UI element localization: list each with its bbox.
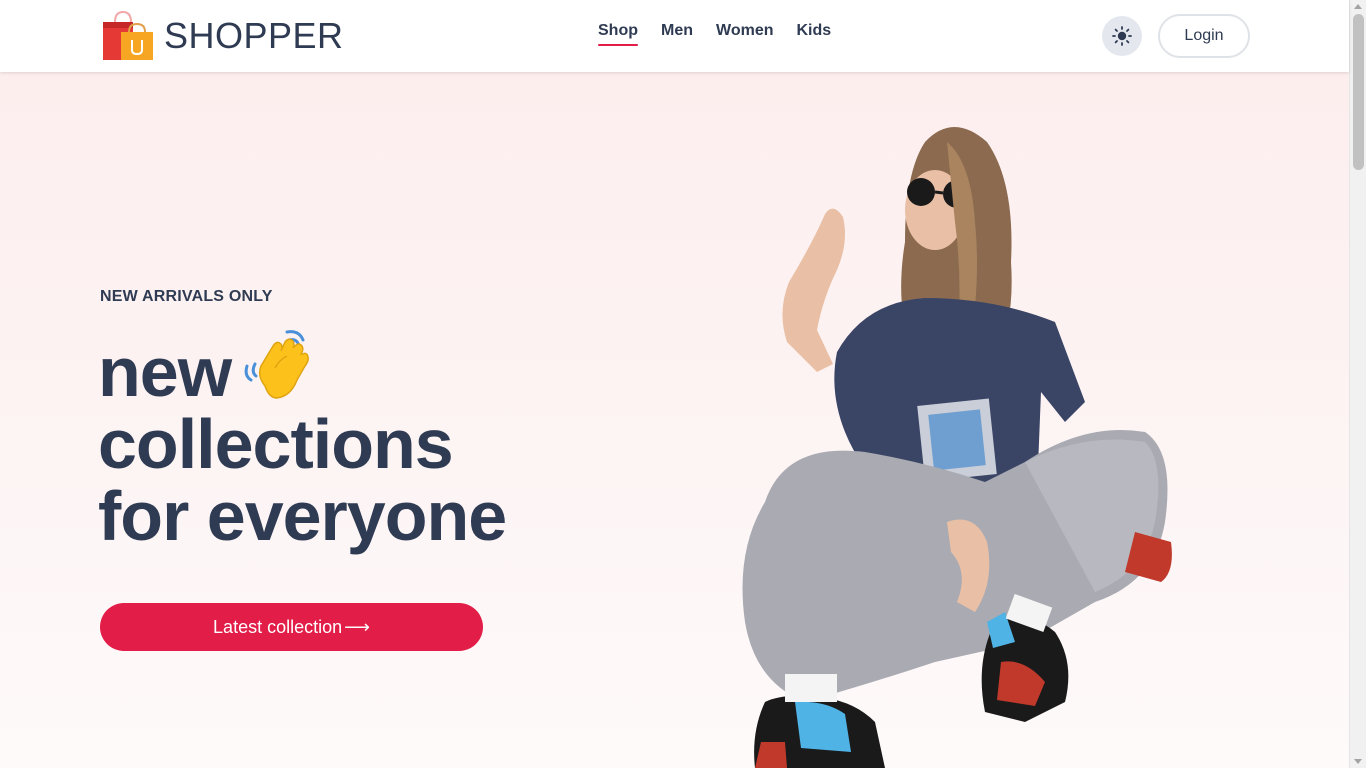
site-header: SHOPPER Shop Men Women Kids Login	[0, 0, 1349, 72]
theme-toggle-button[interactable]	[1102, 16, 1142, 56]
page: SHOPPER Shop Men Women Kids Login NEW AR…	[0, 0, 1366, 768]
scroll-up-arrow-icon[interactable]	[1354, 4, 1362, 9]
arrow-right-icon: ⟶	[344, 616, 370, 637]
cta-label: Latest collection	[213, 616, 343, 637]
brand-name: SHOPPER	[164, 15, 344, 56]
hero-model-image	[742, 127, 1172, 768]
waving-hand-icon	[244, 330, 310, 399]
sun-icon	[1112, 26, 1132, 46]
scroll-down-arrow-icon[interactable]	[1354, 759, 1362, 764]
login-button[interactable]: Login	[1158, 14, 1250, 58]
nav-item-women[interactable]: Women	[716, 22, 773, 46]
headline-line-3: for everyone	[98, 477, 507, 555]
hero-headline: new collections for everyone	[98, 328, 507, 555]
brand-logo[interactable]: SHOPPER	[101, 10, 344, 62]
headline-word-new: new	[98, 333, 232, 411]
nav-item-shop[interactable]: Shop	[598, 22, 638, 46]
latest-collection-button[interactable]: Latest collection ⟶	[100, 603, 483, 651]
main-nav: Shop Men Women Kids	[598, 22, 831, 46]
shopping-bags-icon	[103, 10, 153, 60]
nav-item-men[interactable]: Men	[661, 22, 693, 46]
headline-line-1: new	[98, 328, 506, 408]
vertical-scrollbar[interactable]	[1349, 0, 1366, 768]
nav-item-kids[interactable]: Kids	[796, 22, 831, 46]
headline-line-2: collections	[98, 405, 454, 483]
scrollbar-thumb[interactable]	[1353, 14, 1364, 170]
hero-eyebrow: NEW ARRIVALS ONLY	[100, 288, 273, 305]
hero-section: NEW ARRIVALS ONLY new collections for ev…	[0, 72, 1349, 768]
